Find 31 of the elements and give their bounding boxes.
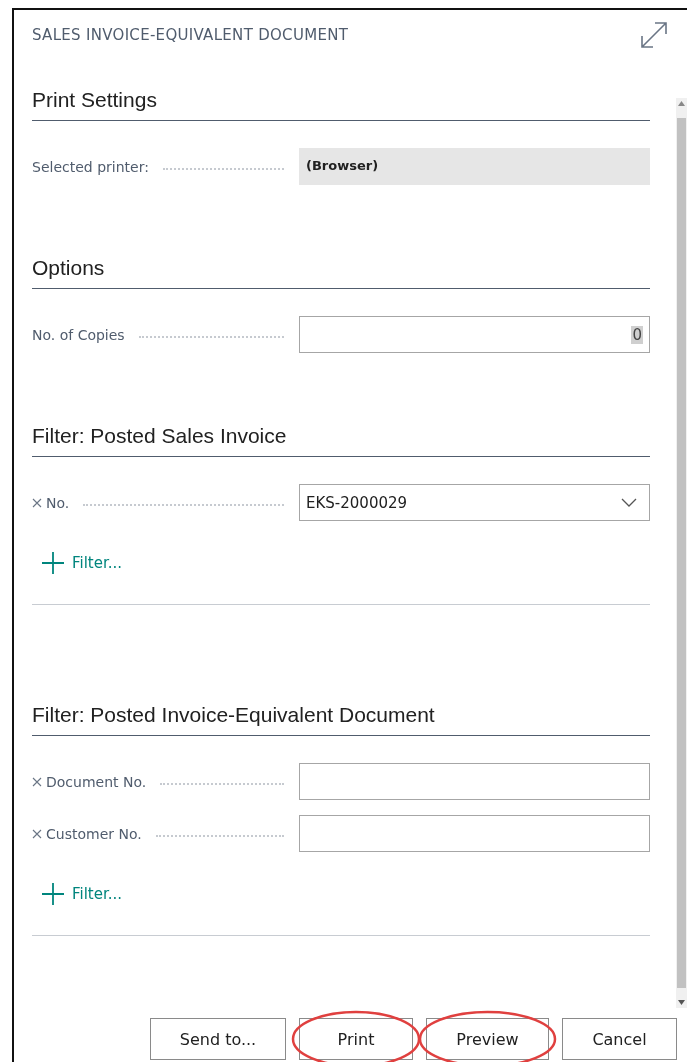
field-label: No. — [46, 494, 70, 511]
field-label: Customer No. — [46, 825, 142, 842]
remove-filter-icon[interactable] — [32, 497, 42, 508]
printer-field[interactable]: (Browser) — [299, 148, 650, 185]
section-heading: Filter: Posted Sales Invoice — [32, 424, 650, 457]
input-field[interactable] — [299, 763, 650, 800]
field-label: Selected printer: — [32, 158, 149, 175]
plus-icon — [42, 883, 64, 905]
remove-filter-icon[interactable] — [32, 776, 42, 787]
window-title: SALES INVOICE-EQUIVALENT DOCUMENT — [32, 26, 349, 44]
dialog-button[interactable]: Print — [299, 1018, 413, 1060]
dropdown-field[interactable]: EKS-2000029 — [299, 484, 650, 521]
dialog-button[interactable]: Cancel — [562, 1018, 677, 1060]
dialog-button[interactable]: Send to... — [150, 1018, 286, 1060]
section-heading: Options — [32, 256, 650, 289]
section-heading: Print Settings — [32, 88, 650, 121]
chevron-down-icon — [621, 498, 637, 507]
dialog-button[interactable]: Preview — [426, 1018, 549, 1060]
field-label: Document No. — [46, 773, 147, 790]
add-filter-link[interactable]: Filter... — [42, 883, 123, 905]
scrollbar[interactable] — [676, 98, 687, 1008]
field-label: No. of Copies — [32, 326, 125, 343]
section-heading: Filter: Posted Invoice-Equivalent Document — [32, 703, 650, 736]
add-filter-link[interactable]: Filter... — [42, 552, 123, 574]
expand-icon[interactable] — [639, 20, 669, 50]
input-field[interactable] — [299, 815, 650, 852]
remove-filter-icon[interactable] — [32, 828, 42, 839]
input-field[interactable]: 0 — [299, 316, 650, 353]
plus-icon — [42, 552, 64, 574]
scroll-down-icon[interactable] — [678, 1000, 685, 1005]
scroll-up-icon[interactable] — [678, 101, 685, 106]
